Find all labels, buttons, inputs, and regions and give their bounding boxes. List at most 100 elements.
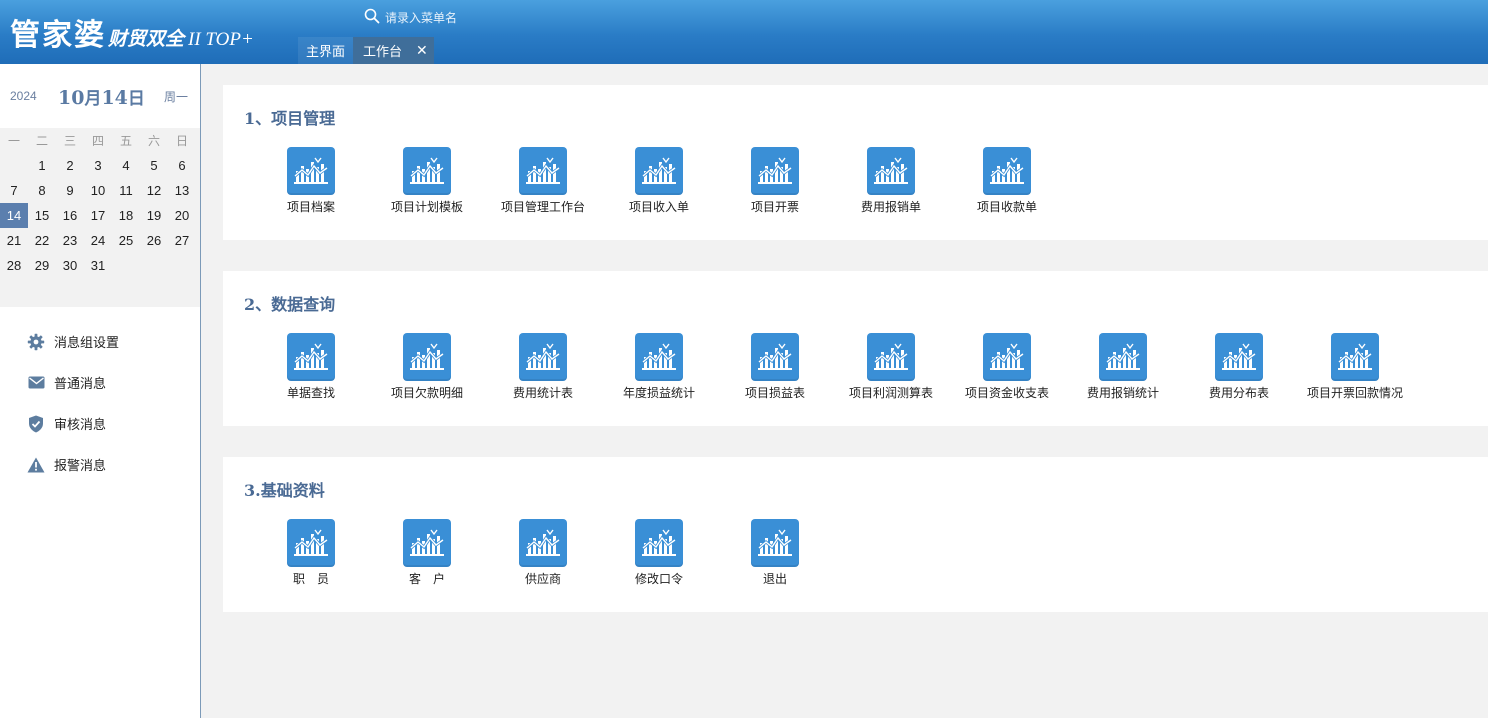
workbench-menu-item-label[interactable]: 项目开票回款情况 [1307, 387, 1403, 400]
calendar-day[interactable]: 9 [56, 178, 84, 203]
calendar-day[interactable]: 22 [28, 228, 56, 253]
calendar-day[interactable]: 19 [140, 203, 168, 228]
workbench-menu-item-label[interactable]: 项目开票 [727, 201, 823, 214]
calendar-day[interactable]: 31 [84, 253, 112, 278]
chart-icon[interactable] [519, 519, 567, 567]
chart-icon[interactable] [519, 333, 567, 381]
chart-icon[interactable] [287, 333, 335, 381]
chart-icon[interactable] [403, 333, 451, 381]
chart-icon[interactable] [635, 147, 683, 195]
workbench-menu-item[interactable]: 项目开票 [717, 147, 833, 214]
workbench-menu-item-label[interactable]: 职 员 [263, 573, 359, 586]
calendar-day[interactable]: 13 [168, 178, 196, 203]
chart-icon[interactable] [867, 147, 915, 195]
workbench-menu-item-label[interactable]: 单据查找 [263, 387, 359, 400]
calendar-day[interactable]: 27 [168, 228, 196, 253]
workbench-menu-item[interactable]: 费用分布表 [1181, 333, 1297, 400]
calendar-day[interactable]: 17 [84, 203, 112, 228]
calendar-day[interactable]: 26 [140, 228, 168, 253]
calendar-day[interactable]: 30 [56, 253, 84, 278]
message-item[interactable]: 普通消息 [0, 362, 200, 403]
calendar-day-today[interactable]: 14 [0, 203, 28, 228]
chart-icon[interactable] [1099, 333, 1147, 381]
chart-icon[interactable] [403, 519, 451, 567]
chart-icon[interactable] [287, 147, 335, 195]
workbench-menu-item-label[interactable]: 项目档案 [263, 201, 359, 214]
workbench-menu-item-label[interactable]: 项目计划模板 [379, 201, 475, 214]
workbench-menu-item-label[interactable]: 项目资金收支表 [959, 387, 1055, 400]
tab-home[interactable]: 主界面 [298, 37, 354, 64]
workbench-menu-item-label[interactable]: 客 户 [379, 573, 475, 586]
calendar-day[interactable]: 16 [56, 203, 84, 228]
calendar-day[interactable]: 25 [112, 228, 140, 253]
workbench-menu-item[interactable]: 退出 [717, 519, 833, 586]
workbench-menu-item[interactable]: 费用统计表 [485, 333, 601, 400]
chart-icon[interactable] [519, 147, 567, 195]
calendar-day[interactable]: 6 [168, 153, 196, 178]
workbench-menu-item-label[interactable]: 项目管理工作台 [495, 201, 591, 214]
workbench-menu-item-label[interactable]: 退出 [727, 573, 823, 586]
calendar-day[interactable]: 5 [140, 153, 168, 178]
workbench-menu-item[interactable]: 单据查找 [253, 333, 369, 400]
workbench-menu-item[interactable]: 年度损益统计 [601, 333, 717, 400]
chart-icon[interactable] [287, 519, 335, 567]
tab-workbench[interactable]: 工作台 ✕ [353, 37, 434, 64]
workbench-menu-item-label[interactable]: 供应商 [495, 573, 591, 586]
calendar-day[interactable]: 18 [112, 203, 140, 228]
workbench-menu-item[interactable]: 项目资金收支表 [949, 333, 1065, 400]
workbench-menu-item[interactable]: 费用报销统计 [1065, 333, 1181, 400]
workbench-menu-item-label[interactable]: 项目欠款明细 [379, 387, 475, 400]
chart-icon[interactable] [983, 147, 1031, 195]
calendar-day[interactable]: 1 [28, 153, 56, 178]
workbench-menu-item[interactable]: 修改口令 [601, 519, 717, 586]
workbench-menu-item-label[interactable]: 修改口令 [611, 573, 707, 586]
calendar-day[interactable]: 3 [84, 153, 112, 178]
workbench-menu-item-label[interactable]: 项目收入单 [611, 201, 707, 214]
close-icon[interactable]: ✕ [416, 43, 428, 59]
workbench-menu-item-label[interactable]: 项目利润测算表 [843, 387, 939, 400]
chart-icon[interactable] [1215, 333, 1263, 381]
workbench-menu-item[interactable]: 项目利润测算表 [833, 333, 949, 400]
chart-icon[interactable] [751, 519, 799, 567]
workbench-menu-item[interactable]: 职 员 [253, 519, 369, 586]
chart-icon[interactable] [635, 333, 683, 381]
calendar-day[interactable]: 10 [84, 178, 112, 203]
calendar-day[interactable]: 8 [28, 178, 56, 203]
workbench-menu-item-label[interactable]: 项目损益表 [727, 387, 823, 400]
calendar-day[interactable]: 24 [84, 228, 112, 253]
chart-icon[interactable] [751, 147, 799, 195]
message-item[interactable]: 消息组设置 [0, 321, 200, 362]
calendar-day[interactable]: 23 [56, 228, 84, 253]
workbench-menu-item[interactable]: 项目计划模板 [369, 147, 485, 214]
workbench-menu-item[interactable]: 项目收入单 [601, 147, 717, 214]
search-input[interactable] [385, 11, 555, 25]
calendar-day[interactable]: 7 [0, 178, 28, 203]
chart-icon[interactable] [751, 333, 799, 381]
workbench-menu-item-label[interactable]: 项目收款单 [959, 201, 1055, 214]
workbench-menu-item[interactable]: 客 户 [369, 519, 485, 586]
workbench-menu-item[interactable]: 费用报销单 [833, 147, 949, 214]
calendar-day[interactable]: 12 [140, 178, 168, 203]
calendar-day[interactable]: 2 [56, 153, 84, 178]
chart-icon[interactable] [635, 519, 683, 567]
workbench-menu-item[interactable]: 项目收款单 [949, 147, 1065, 214]
search-icon[interactable] [364, 8, 380, 29]
workbench-menu-item[interactable]: 项目欠款明细 [369, 333, 485, 400]
workbench-menu-item-label[interactable]: 费用报销单 [843, 201, 939, 214]
calendar-day[interactable]: 29 [28, 253, 56, 278]
chart-icon[interactable] [403, 147, 451, 195]
message-item[interactable]: 报警消息 [0, 444, 200, 485]
workbench-menu-item-label[interactable]: 费用统计表 [495, 387, 591, 400]
workbench-menu-item-label[interactable]: 年度损益统计 [611, 387, 707, 400]
workbench-menu-item[interactable]: 项目开票回款情况 [1297, 333, 1413, 400]
calendar-day[interactable]: 21 [0, 228, 28, 253]
calendar-day[interactable]: 28 [0, 253, 28, 278]
workbench-menu-item[interactable]: 项目损益表 [717, 333, 833, 400]
calendar-day[interactable]: 15 [28, 203, 56, 228]
workbench-menu-item-label[interactable]: 费用分布表 [1191, 387, 1287, 400]
workbench-menu-item-label[interactable]: 费用报销统计 [1075, 387, 1171, 400]
calendar-day[interactable]: 20 [168, 203, 196, 228]
calendar-day[interactable]: 11 [112, 178, 140, 203]
workbench-menu-item[interactable]: 项目管理工作台 [485, 147, 601, 214]
workbench-menu-item[interactable]: 项目档案 [253, 147, 369, 214]
